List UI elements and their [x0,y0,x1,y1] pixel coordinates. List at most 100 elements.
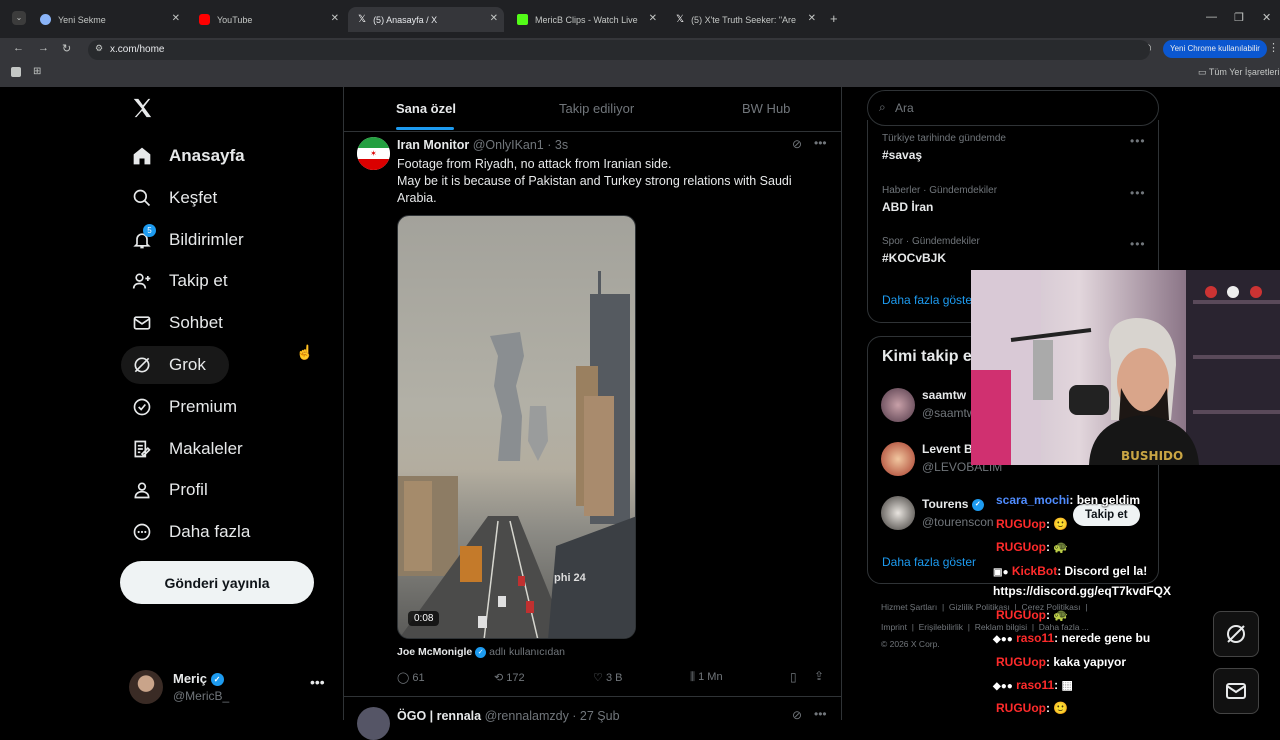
browser-tab-bar: ⌄ Yeni Sekme ✕ YouTube ✕ 𝕏 (5) Anasayfa … [0,0,1280,38]
profile-icon [131,479,153,501]
new-tab-icon[interactable]: + [830,11,838,26]
minimize-icon[interactable]: — [1206,11,1217,23]
nav-profile[interactable]: Profil [121,471,208,509]
trend-item[interactable]: Haberler · Gündemdekiler ABD İran [882,185,997,214]
tweet-avatar[interactable] [357,707,390,740]
account-switcher[interactable]: Meriç ✓ @MericB_ ••• [129,668,329,708]
tweet-handle[interactable]: @OnlyIKan1 · 3s [473,138,568,152]
home-icon [131,145,153,167]
grid-icon[interactable]: ⊞ [33,66,41,77]
x-logo-icon: 𝕏 [676,14,685,25]
browser-tab[interactable]: YouTube ✕ [189,7,345,32]
emote-icon: 🙂 [1053,517,1069,531]
search-icon [131,187,153,209]
verified-icon: ✓ [971,498,984,511]
nav-premium[interactable]: Premium [121,388,237,426]
account-handle: @MericB_ [173,689,230,703]
reply-button[interactable]: ◯ 61 [397,671,425,684]
close-window-icon[interactable]: ✕ [1262,11,1271,24]
close-tab-icon[interactable]: ✕ [331,13,339,24]
trend-more-icon[interactable]: ••• [1130,186,1146,200]
avatar[interactable] [881,496,915,530]
grok-explain-icon[interactable]: ⊘ [792,137,802,151]
nav-explore[interactable]: Keşfet [121,179,217,217]
close-tab-icon[interactable]: ✕ [490,13,498,24]
badge-icon: ◆●● [993,681,1013,692]
close-tab-icon[interactable]: ✕ [649,13,657,24]
more-dots-icon[interactable]: ••• [310,674,325,690]
video-duration: 0:08 [408,611,440,626]
chat-line: ▣● KickBot: Discord gel la! [993,564,1148,578]
trend-item[interactable]: Spor · Gündemdekiler #KOCvBJK [882,236,980,265]
tab-bw-hub[interactable]: BW Hub [742,101,790,116]
mail-icon [1226,683,1246,699]
reload-icon[interactable]: ↻ [62,42,71,55]
nav-follow[interactable]: Takip et [121,262,228,300]
tab-following[interactable]: Takip ediliyor [559,101,634,116]
main-feed: Sana özel Takip ediliyor BW Hub ✶ Iran M… [343,87,842,740]
trend-more-icon[interactable]: ••• [1130,237,1146,251]
badge-icon: ▣● [993,567,1009,578]
messages-float-button[interactable] [1213,668,1259,714]
trends-show-more[interactable]: Daha fazla göster [882,293,976,307]
avatar[interactable] [881,388,915,422]
nav-articles[interactable]: Makaleler [121,430,243,468]
maximize-icon[interactable]: ❐ [1234,11,1244,24]
repost-icon: ⟲ [494,672,504,684]
apps-icon[interactable] [11,67,21,77]
x-logo-icon: 𝕏 [358,14,367,25]
close-tab-icon[interactable]: ✕ [808,13,816,24]
tweet-video[interactable]: phi 24 0:08 [397,215,636,639]
nav-home[interactable]: Anasayfa [121,137,245,175]
notification-badge: 5 [143,224,156,237]
all-bookmarks[interactable]: ▭ Tüm Yer İşaretleri [1198,67,1279,78]
more-icon [131,521,153,543]
address-bar[interactable]: x.com/home [88,40,1150,60]
nav-notifications[interactable]: 5 Bildirimler [121,221,244,259]
back-icon[interactable]: ← [13,42,24,54]
follow-button[interactable]: Takip et [1073,504,1140,526]
bookmarks-bar: ⊞ ▭ Tüm Yer İşaretleri [0,62,1280,87]
emote-icon: 🐢 [1053,608,1069,622]
tweet-more-icon[interactable]: ••• [814,707,827,721]
who-name[interactable]: Tourens ✓ [922,497,984,511]
articles-icon [131,438,153,460]
avatar [129,670,163,704]
chat-line: ◆●● raso11: ▦ [993,678,1073,692]
browser-tab-active[interactable]: 𝕏 (5) Anasayfa / X ✕ [348,7,504,32]
tab-search-button[interactable]: ⌄ [12,11,26,25]
browser-tab[interactable]: MericB Clips - Watch Live on Ki ✕ [507,7,663,32]
tweet-more-icon[interactable]: ••• [814,136,827,150]
bookmark-icon[interactable]: ▯ [790,670,797,684]
close-tab-icon[interactable]: ✕ [172,13,180,24]
tab-for-you[interactable]: Sana özel [396,101,456,116]
forward-icon[interactable]: → [38,42,49,54]
menu-icon[interactable]: ⋮ [1268,41,1279,54]
share-icon[interactable]: ⇪ [814,669,824,683]
nav-more[interactable]: Daha fazla [121,513,250,551]
avatar[interactable] [881,442,915,476]
x-logo[interactable] [131,97,153,126]
grok-icon [131,354,153,376]
tweet-avatar[interactable]: ✶ [357,137,390,170]
trend-more-icon[interactable]: ••• [1130,134,1146,148]
video-attribution[interactable]: Joe McMonigle ✓ adlı kullanıcıdan [397,646,565,658]
verified-icon: ✓ [210,673,224,687]
site-info-icon[interactable]: ⚙ [95,43,103,54]
repost-button[interactable]: ⟲ 172 [494,671,525,684]
tweet-author[interactable]: Iran Monitor [397,138,469,152]
trend-item[interactable]: Türkiye tarihinde gündemde #savaş [882,133,1006,162]
chat-line: RUGUop: 🐢 [996,540,1069,554]
verified-icon: ✓ [475,646,487,658]
nav-chat[interactable]: Sohbet [121,304,223,342]
folder-icon: ▭ [1198,67,1207,77]
who-show-more[interactable]: Daha fazla göster [882,555,976,569]
grok-float-button[interactable] [1213,611,1259,657]
views-button[interactable]: ⫼ 1 Mn [690,671,723,684]
browser-tab[interactable]: Yeni Sekme ✕ [30,7,186,32]
update-chrome-button[interactable]: Yeni Chrome kullanılabilir [1163,40,1267,58]
browser-tab[interactable]: 𝕏 (5) X'te Truth Seeker: "Are you s ✕ [666,7,822,32]
like-button[interactable]: ♡ 3 B [593,671,622,684]
nav-grok[interactable]: Grok [121,346,229,384]
post-button[interactable]: Gönderi yayınla [120,561,314,604]
